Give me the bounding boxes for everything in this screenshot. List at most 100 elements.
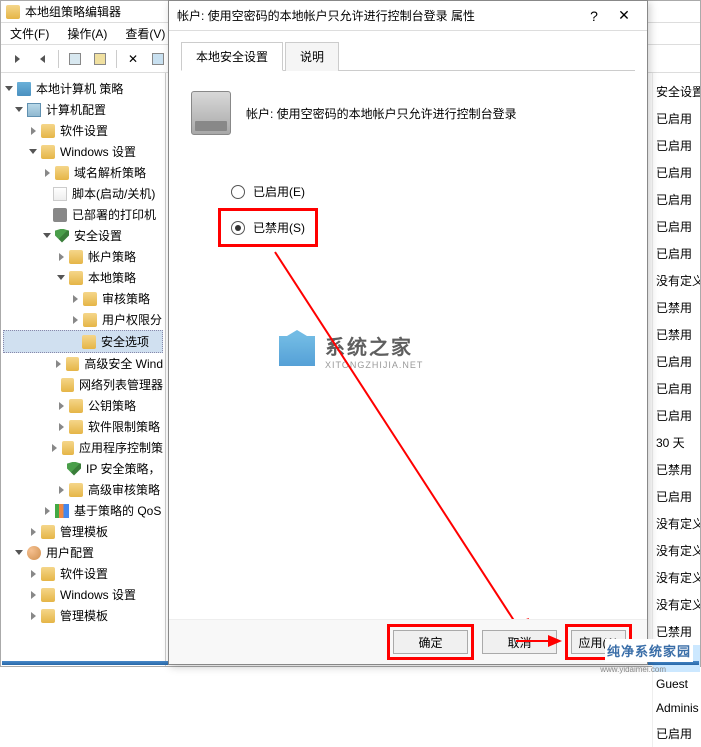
tool-back[interactable] bbox=[6, 48, 28, 70]
list-item[interactable]: 已禁用 bbox=[653, 456, 700, 483]
users-icon bbox=[27, 546, 41, 560]
list-item[interactable]: 已启用 bbox=[653, 402, 700, 429]
list-item[interactable]: Guest bbox=[653, 672, 700, 696]
folder-icon bbox=[61, 378, 74, 392]
list-item[interactable]: 已启用 bbox=[653, 483, 700, 510]
policy-icon bbox=[17, 82, 31, 96]
folder-icon bbox=[55, 166, 69, 180]
dialog-close-button[interactable]: ✕ bbox=[609, 7, 639, 24]
list-item[interactable]: 已启用 bbox=[653, 375, 700, 402]
list-item[interactable]: 没有定义 bbox=[653, 537, 700, 564]
folder-icon bbox=[41, 124, 55, 138]
watermark-url: XITONGZHIJIA.NET bbox=[325, 360, 423, 370]
list-item[interactable]: 没有定义 bbox=[653, 591, 700, 618]
list-item[interactable]: 已启用 bbox=[653, 213, 700, 240]
list-item[interactable]: 30 天 bbox=[653, 429, 700, 456]
radio-icon-checked bbox=[231, 221, 245, 235]
tree-user-admin[interactable]: 管理模板 bbox=[3, 605, 163, 626]
radio-enabled[interactable]: 已启用(E) bbox=[231, 175, 585, 208]
highlight-box: 已禁用(S) bbox=[218, 208, 318, 247]
page-watermark: 纯净系统家园 bbox=[605, 639, 693, 662]
folder-icon bbox=[69, 420, 83, 434]
radio-disabled[interactable]: 已禁用(S) bbox=[231, 211, 305, 244]
tree-panel: 本地计算机 策略 计算机配置 软件设置 Windows 设置 域名解析策略 脚本… bbox=[1, 73, 166, 666]
tree-account-policies[interactable]: 帐户策略 bbox=[3, 246, 163, 267]
app-icon bbox=[6, 5, 20, 19]
radio-icon bbox=[231, 185, 245, 199]
tab-explain[interactable]: 说明 bbox=[285, 42, 339, 71]
folder-icon bbox=[69, 250, 83, 264]
page-watermark-url: www.yidaimei.com bbox=[600, 665, 666, 674]
tree-user-software[interactable]: 软件设置 bbox=[3, 563, 163, 584]
list-item[interactable]: 没有定义 bbox=[653, 267, 700, 294]
main-title: 本地组策略编辑器 bbox=[25, 3, 121, 20]
tree-user-config[interactable]: 用户配置 bbox=[3, 542, 163, 563]
tree-dns-policy[interactable]: 域名解析策略 bbox=[3, 162, 163, 183]
tree-user-windows[interactable]: Windows 设置 bbox=[3, 584, 163, 605]
tree-root[interactable]: 本地计算机 策略 bbox=[3, 78, 163, 99]
list-item[interactable]: 已禁用 bbox=[653, 321, 700, 348]
folder-icon bbox=[41, 609, 55, 623]
tree-software-settings[interactable]: 软件设置 bbox=[3, 120, 163, 141]
tree-network-list[interactable]: 网络列表管理器 bbox=[3, 374, 163, 395]
list-item[interactable]: 没有定义 bbox=[653, 510, 700, 537]
tool-forward[interactable] bbox=[31, 48, 53, 70]
menu-file[interactable]: 文件(F) bbox=[6, 23, 53, 44]
watermark: 系统之家 XITONGZHIJIA.NET bbox=[279, 331, 423, 370]
menu-view[interactable]: 查看(V) bbox=[121, 23, 169, 44]
folder-icon bbox=[41, 588, 55, 602]
qos-icon bbox=[55, 504, 69, 518]
tree-adv-security[interactable]: 高级安全 Wind bbox=[3, 353, 163, 374]
list-item[interactable]: 已启用 bbox=[653, 159, 700, 186]
folder-icon bbox=[41, 145, 55, 159]
properties-dialog: 帐户: 使用空密码的本地帐户只允许进行控制台登录 属性 ? ✕ 本地安全设置 说… bbox=[168, 0, 648, 665]
shield-icon bbox=[67, 462, 81, 476]
script-icon bbox=[53, 187, 67, 201]
tree-security-settings[interactable]: 安全设置 bbox=[3, 225, 163, 246]
tree-windows-settings[interactable]: Windows 设置 bbox=[3, 141, 163, 162]
tree-public-key[interactable]: 公钥策略 bbox=[3, 395, 163, 416]
tool-props[interactable] bbox=[89, 48, 111, 70]
folder-icon bbox=[69, 399, 83, 413]
dialog-help-button[interactable]: ? bbox=[579, 8, 609, 24]
list-item[interactable]: 已启用 bbox=[653, 720, 700, 747]
list-item[interactable]: 已启用 bbox=[653, 132, 700, 159]
tree-security-options[interactable]: 安全选项 bbox=[3, 330, 163, 353]
tree-adv-audit[interactable]: 高级审核策略 bbox=[3, 479, 163, 500]
shield-icon bbox=[55, 229, 69, 243]
tree-software-restrict[interactable]: 软件限制策略 bbox=[3, 416, 163, 437]
radio-disabled-label: 已禁用(S) bbox=[253, 219, 305, 236]
dialog-title-bar[interactable]: 帐户: 使用空密码的本地帐户只允许进行控制台登录 属性 ? ✕ bbox=[169, 1, 647, 31]
list-item[interactable]: 已启用 bbox=[653, 240, 700, 267]
folder-icon bbox=[82, 335, 96, 349]
folder-icon bbox=[69, 483, 83, 497]
tree-scripts[interactable]: 脚本(启动/关机) bbox=[3, 183, 163, 204]
menu-action[interactable]: 操作(A) bbox=[63, 23, 111, 44]
tool-delete[interactable]: ✕ bbox=[122, 48, 144, 70]
dialog-title: 帐户: 使用空密码的本地帐户只允许进行控制台登录 属性 bbox=[177, 7, 579, 24]
dialog-footer: 确定 取消 应用(A) bbox=[169, 619, 647, 664]
tool-up[interactable] bbox=[64, 48, 86, 70]
list-item[interactable]: 没有定义 bbox=[653, 564, 700, 591]
tree-user-rights[interactable]: 用户权限分 bbox=[3, 309, 163, 330]
tree-local-policies[interactable]: 本地策略 bbox=[3, 267, 163, 288]
folder-icon bbox=[66, 357, 79, 371]
tree-qos[interactable]: 基于策略的 QoS bbox=[3, 500, 163, 521]
tab-security-settings[interactable]: 本地安全设置 bbox=[181, 42, 283, 71]
printer-icon bbox=[53, 208, 67, 222]
tree-computer-config[interactable]: 计算机配置 bbox=[3, 99, 163, 120]
tool-view1[interactable] bbox=[147, 48, 169, 70]
tree-admin-templates[interactable]: 管理模板 bbox=[3, 521, 163, 542]
tree-app-control[interactable]: 应用程序控制策 bbox=[3, 437, 163, 458]
tree-ip-security[interactable]: IP 安全策略， bbox=[3, 458, 163, 479]
list-item[interactable]: 已禁用 bbox=[653, 294, 700, 321]
list-item[interactable]: 已启用 bbox=[653, 348, 700, 375]
list-item[interactable]: 已启用 bbox=[653, 105, 700, 132]
cancel-button[interactable]: 取消 bbox=[482, 630, 557, 654]
tree-printers[interactable]: 已部署的打印机 bbox=[3, 204, 163, 225]
list-item[interactable]: Adminis bbox=[653, 696, 700, 720]
list-item[interactable]: 已启用 bbox=[653, 186, 700, 213]
tree-audit-policy[interactable]: 审核策略 bbox=[3, 288, 163, 309]
side-header[interactable]: 安全设置 bbox=[653, 78, 700, 105]
ok-button[interactable]: 确定 bbox=[393, 630, 468, 654]
